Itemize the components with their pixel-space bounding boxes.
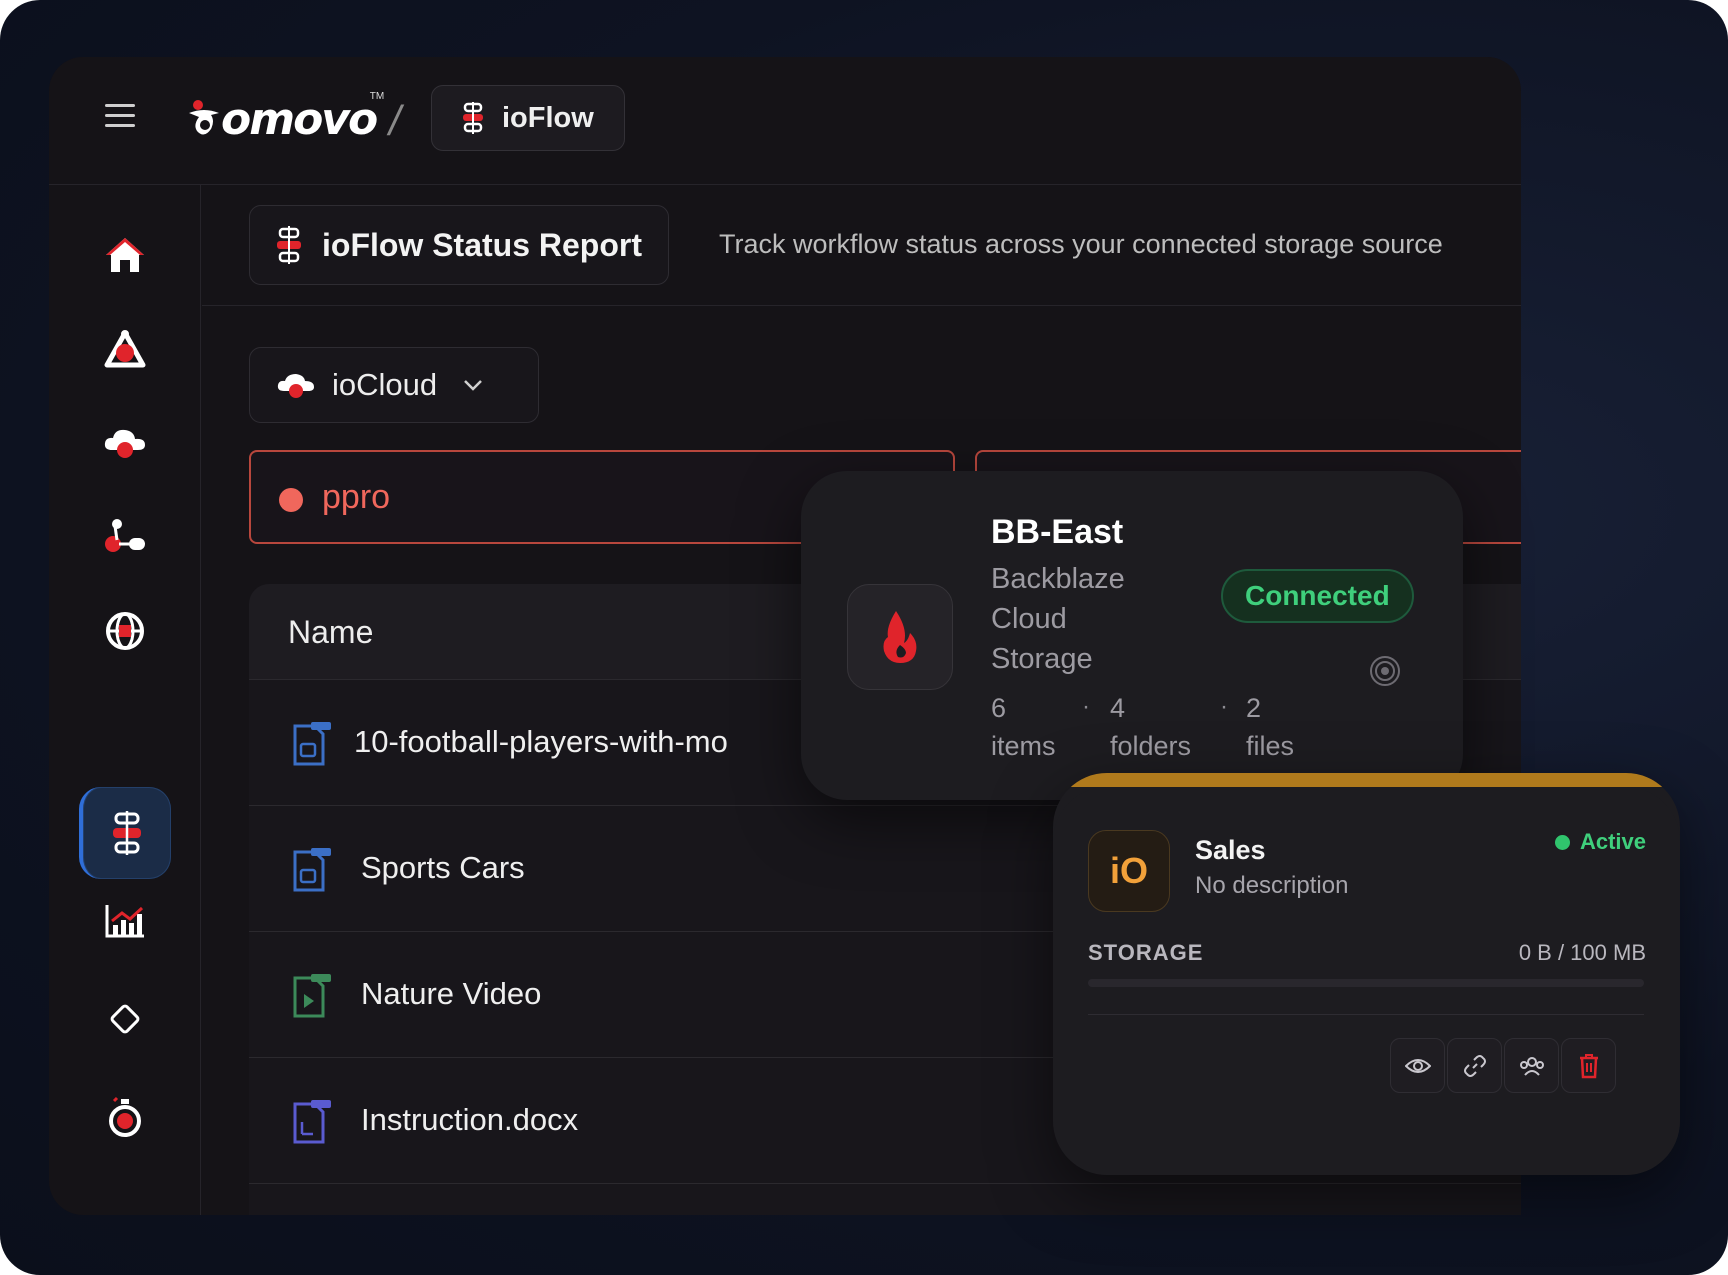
- cloud-icon: [277, 374, 314, 398]
- flame-icon: [883, 611, 917, 663]
- sidebar: [49, 185, 201, 1215]
- status-dot: [1554, 834, 1570, 850]
- sidebar-item-cloud[interactable]: [79, 397, 171, 489]
- card-divider: [1088, 1014, 1644, 1015]
- storage-label: STORAGE: [1088, 940, 1204, 965]
- column-header-name[interactable]: Name: [288, 614, 373, 651]
- header-divider: [202, 305, 1521, 306]
- image-file-icon: [293, 848, 331, 892]
- workspace-status-label: Active: [1579, 829, 1646, 854]
- sidebar-item-network[interactable]: [79, 303, 171, 395]
- cloud-icon: [104, 429, 145, 458]
- workspace-badge: iO: [1088, 830, 1170, 912]
- storage-source-card[interactable]: BB-East Backblaze Cloud Storage Connecte…: [801, 471, 1463, 800]
- users-icon: [1519, 1056, 1544, 1076]
- link-button[interactable]: [1447, 1038, 1502, 1093]
- items-count: 6: [991, 693, 1007, 723]
- sidebar-item-diamond[interactable]: [79, 973, 171, 1065]
- breadcrumb-current[interactable]: ioFlow: [431, 85, 625, 151]
- file-name: Instruction.docx: [361, 1102, 579, 1137]
- page-description: Track workflow status across your connec…: [719, 229, 1443, 259]
- trash-icon: [1579, 1053, 1598, 1078]
- workspace-card-body: iO Sales No description Active STORAGE 0…: [1053, 787, 1680, 1175]
- file-name: 10-football-players-with-mo: [354, 724, 728, 759]
- sidebar-item-home[interactable]: [79, 209, 171, 301]
- folders-stat: 4 folders: [1110, 689, 1210, 765]
- stat-separator: ·: [1220, 693, 1228, 720]
- ioflow-icon: [463, 102, 483, 134]
- sidebar-item-workflow[interactable]: [79, 491, 171, 583]
- network-icon: [104, 330, 146, 368]
- sidebar-item-timer[interactable]: [79, 1071, 171, 1163]
- screenshot-frame: omovo TM / ioFlow ioFlow Status Report T…: [0, 0, 1728, 1275]
- diamond-icon: [110, 1004, 140, 1034]
- storage-type: Backblaze Cloud Storage: [991, 563, 1125, 675]
- ioflow-icon: [277, 226, 301, 264]
- files-label: files: [1246, 731, 1295, 761]
- workspace-card[interactable]: iO Sales No description Active STORAGE 0…: [1053, 773, 1680, 1175]
- sidebar-item-globe[interactable]: [79, 585, 171, 677]
- members-button[interactable]: [1504, 1038, 1559, 1093]
- files-stat: 2 files: [1246, 689, 1316, 765]
- files-count: 2: [1246, 693, 1262, 723]
- workspace-description: No description: [1195, 872, 1349, 899]
- eye-icon: [1404, 1058, 1431, 1073]
- storage-progress-bar: [1088, 979, 1644, 987]
- backblaze-logo: [847, 584, 953, 690]
- file-name: Sports Cars: [361, 850, 525, 885]
- logo-text: omovo: [221, 93, 378, 145]
- view-button[interactable]: [1390, 1038, 1445, 1093]
- sidebar-item-analytics[interactable]: [79, 875, 171, 967]
- analytics-icon: [105, 905, 144, 938]
- target-icon[interactable]: [1368, 654, 1402, 688]
- page-title: ioFlow Status Report: [322, 226, 642, 263]
- delete-button[interactable]: [1561, 1038, 1616, 1093]
- breadcrumb-label: ioFlow: [502, 101, 594, 134]
- doc-file-icon: [293, 1100, 331, 1144]
- folders-count: 4: [1110, 693, 1126, 723]
- workflow-icon: [105, 519, 145, 552]
- logo-mark-icon: [189, 100, 219, 135]
- top-bar: omovo TM / ioFlow: [49, 57, 1521, 185]
- sidebar-item-ioflow[interactable]: [79, 787, 171, 879]
- storage-usage: 0 B / 100 MB: [1518, 940, 1646, 965]
- video-file-icon: [293, 974, 331, 1018]
- breadcrumb-separator: /: [389, 97, 401, 144]
- hamburger-menu-icon[interactable]: [105, 104, 135, 128]
- image-file-icon: [293, 722, 331, 766]
- timer-icon: [109, 1096, 141, 1137]
- items-stat: 6 items: [991, 689, 1071, 765]
- workspace-accent-bar: [1053, 773, 1680, 787]
- folders-label: folders: [1110, 731, 1192, 761]
- brand-logo[interactable]: omovo TM: [187, 91, 384, 145]
- storage-name: BB-East: [991, 513, 1124, 551]
- file-name: Nature Video: [361, 976, 542, 1011]
- connection-status-badge: Connected: [1221, 569, 1414, 623]
- home-icon: [106, 238, 144, 272]
- filter-status-dot: [279, 488, 303, 512]
- workspace-name: Sales: [1195, 835, 1266, 865]
- globe-icon: [106, 612, 144, 650]
- stat-separator: ·: [1082, 693, 1090, 720]
- report-title-pill: ioFlow Status Report: [249, 205, 669, 285]
- source-select[interactable]: ioCloud: [249, 347, 539, 423]
- items-label: items: [991, 731, 1056, 761]
- workspace-status: Active: [1554, 829, 1646, 855]
- source-select-value: ioCloud: [332, 367, 438, 402]
- ioflow-icon: [113, 811, 141, 855]
- filter-label: ppro: [322, 478, 391, 516]
- logo-trademark: TM: [369, 91, 385, 102]
- link-icon: [1463, 1054, 1486, 1077]
- chevron-down-icon: [464, 380, 483, 391]
